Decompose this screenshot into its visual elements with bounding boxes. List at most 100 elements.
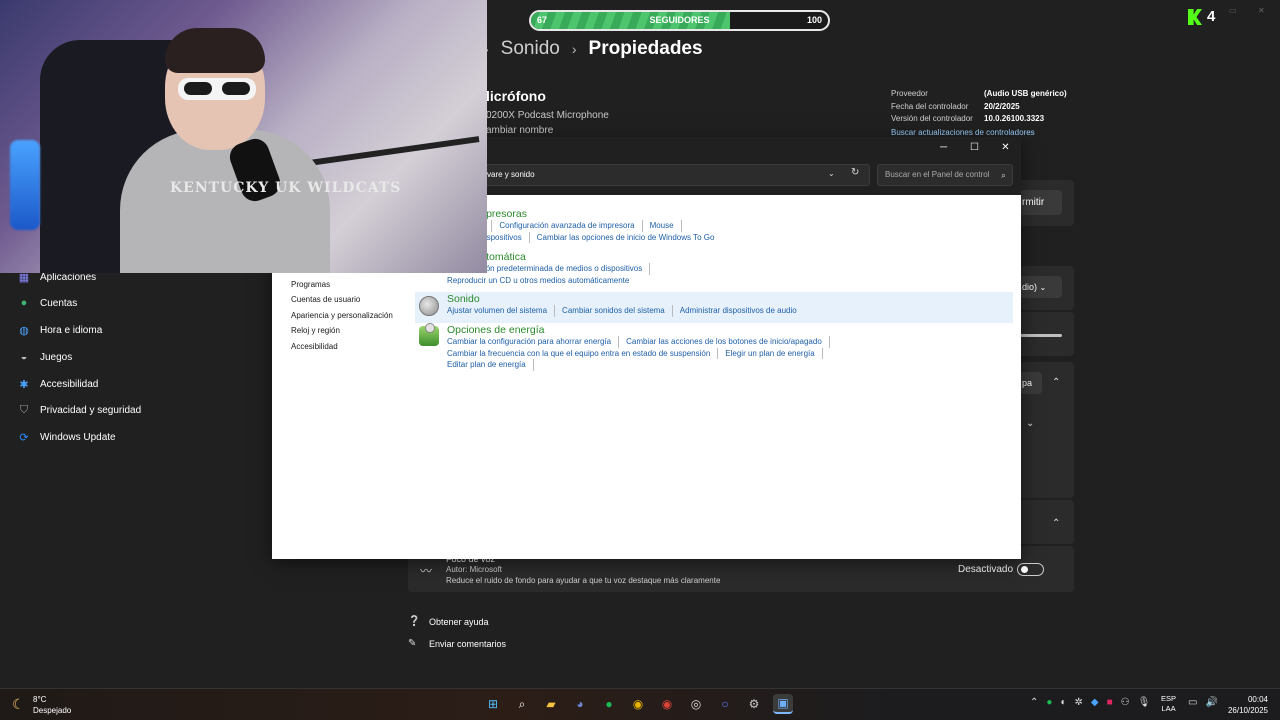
- cortana-icon[interactable]: ○: [715, 694, 735, 714]
- control-panel-sidebar: Programas Cuentas de usuario Apariencia …: [291, 280, 393, 357]
- quick-settings[interactable]: ▭ 🔊: [1188, 697, 1218, 708]
- cp-link[interactable]: Configuración avanzada de impresora: [499, 220, 643, 232]
- chevron-up-icon[interactable]: ⌃: [1052, 518, 1060, 529]
- send-feedback-link[interactable]: ✎ Enviar comentarios: [408, 638, 506, 649]
- nav-item-time-language[interactable]: ◍ Hora e idioma: [17, 323, 102, 337]
- chrome-icon[interactable]: ◉: [628, 694, 648, 714]
- close-icon[interactable]: ✕: [1258, 6, 1265, 15]
- shield-icon: ⛉: [19, 403, 29, 416]
- sidebar-item-user-accounts[interactable]: Cuentas de usuario: [291, 295, 393, 310]
- category-power-options: Opciones de energía Cambiar la configura…: [447, 324, 837, 371]
- weather-temp[interactable]: 8°C: [33, 695, 46, 704]
- spotify-icon[interactable]: ●: [599, 694, 619, 714]
- maximize-icon[interactable]: ☐: [959, 137, 990, 159]
- cp-link[interactable]: Editar plan de energía: [447, 359, 534, 371]
- tray-app-icon[interactable]: ■: [1107, 697, 1113, 708]
- search-input[interactable]: Buscar en el Panel de control ⌕: [877, 164, 1013, 186]
- allow-button[interactable]: rmitir: [1020, 190, 1062, 215]
- voice-focus-toggle[interactable]: [1017, 563, 1044, 576]
- clock[interactable]: 00:04 26/10/2025: [1226, 694, 1268, 716]
- cp-link[interactable]: Cambiar las opciones de inicio de Window…: [537, 232, 722, 244]
- file-explorer-icon[interactable]: ▰: [541, 694, 561, 714]
- test-button[interactable]: pa: [1020, 372, 1042, 394]
- gamepad-icon: ◒: [20, 351, 28, 363]
- cp-link[interactable]: Cambiar la frecuencia con la que el equi…: [447, 347, 719, 359]
- volume-slider[interactable]: [1020, 334, 1062, 337]
- speaker-icon[interactable]: [419, 296, 439, 316]
- cp-link[interactable]: Reproducir un CD u otros medios automáti…: [447, 275, 636, 287]
- nav-item-accounts[interactable]: ● Cuentas: [17, 296, 78, 310]
- address-bar[interactable]: vare y sonido: [481, 164, 870, 186]
- category-sound: Sonido Ajustar volumen del sistema Cambi…: [447, 293, 811, 317]
- volume-icon: 🔊: [1205, 697, 1218, 708]
- taskbar-apps: ⊞ ⌕ ▰ ◕ ● ◉ ◉ ◎ ○ ⚙ ▣: [483, 694, 793, 714]
- tray-app-icon[interactable]: ✲: [1074, 697, 1082, 708]
- sidebar-item-clock-region[interactable]: Reloj y región: [291, 326, 393, 341]
- format-dropdown[interactable]: dio) ⌄: [1020, 276, 1062, 298]
- chrome-profile-icon[interactable]: ◉: [657, 694, 677, 714]
- enhancements-card: [1020, 500, 1074, 544]
- microphone-icon[interactable]: 🎙: [1138, 697, 1151, 708]
- sidebar-item-appearance[interactable]: Apariencia y personalización: [291, 311, 393, 326]
- cp-link[interactable]: Elegir un plan de energía: [725, 347, 823, 359]
- category-title[interactable]: Opciones de energía: [447, 324, 837, 336]
- start-icon[interactable]: ⊞: [483, 694, 503, 714]
- cp-link[interactable]: Cambiar sonidos del sistema: [562, 305, 673, 317]
- tray-app-icon[interactable]: ⚇: [1121, 697, 1130, 708]
- weather-desc[interactable]: Despejado: [33, 706, 71, 715]
- category-title[interactable]: vos e impresoras: [447, 208, 728, 220]
- device-model: 0200X Podcast Microphone: [486, 110, 609, 121]
- webcam-overlay: KENTUCKY UK WILDCATS: [0, 0, 487, 273]
- voice-focus-description: Reduce el ruido de fondo para ayudar a q…: [446, 576, 721, 585]
- close-icon[interactable]: ✕: [990, 137, 1021, 159]
- obs-icon[interactable]: ◎: [686, 694, 706, 714]
- control-panel-icon[interactable]: ▣: [773, 694, 793, 714]
- taskbar: ☾ 8°C Despejado ⊞ ⌕ ▰ ◕ ● ◉ ◉ ◎ ○ ⚙ ▣ ⌃ ● ◐ ✲ ◆ ■ …: [0, 688, 1280, 720]
- accounts-icon: ●: [20, 297, 28, 309]
- nav-item-accessibility[interactable]: ✱ Accesibilidad: [17, 377, 98, 391]
- led-lights: [10, 140, 40, 230]
- sidebar-item-accessibility[interactable]: Accesibilidad: [291, 342, 393, 357]
- power-options-icon[interactable]: [419, 323, 439, 346]
- minimize-icon[interactable]: ▭: [1229, 6, 1237, 15]
- nav-item-privacy[interactable]: ⛉ Privacidad y seguridad: [17, 403, 141, 417]
- cp-link[interactable]: Cambiar la configuración para ahorrar en…: [447, 336, 620, 348]
- equalizer-icon: 〰: [420, 564, 433, 578]
- feedback-icon: ✎: [408, 638, 417, 649]
- language-indicator[interactable]: ESP LAA: [1161, 694, 1176, 714]
- kick-viewer-count: 4: [1207, 8, 1216, 25]
- search-icon[interactable]: ⌕: [512, 694, 532, 714]
- refresh-icon[interactable]: ↻: [851, 167, 859, 178]
- nav-item-windows-update[interactable]: ⟳ Windows Update: [17, 430, 115, 444]
- chevron-down-icon[interactable]: ⌄: [1026, 418, 1034, 429]
- cp-link[interactable]: Administrar dispositivos de audio: [680, 305, 804, 317]
- sidebar-item-programs[interactable]: Programas: [291, 280, 393, 295]
- device-header: licrófono 0200X Podcast Microphone ambia…: [486, 88, 609, 136]
- check-driver-updates-link[interactable]: Buscar actualizaciones de controladores: [891, 128, 1035, 137]
- search-icon: ⌕: [1000, 170, 1006, 180]
- voice-focus-state: Desactivado: [958, 564, 1014, 575]
- spotify-tray-icon[interactable]: ●: [1046, 697, 1052, 708]
- cp-link[interactable]: Cambiar las acciones de los botones de i…: [626, 336, 830, 348]
- chevron-up-icon[interactable]: ⌃: [1030, 697, 1038, 708]
- follower-goal-bar: 67 SEGUIDORES 100: [529, 10, 830, 31]
- cp-link[interactable]: Mouse: [650, 220, 682, 232]
- globe-icon: ◍: [19, 324, 29, 337]
- minimize-icon[interactable]: ─: [928, 137, 959, 159]
- tray-app-icon[interactable]: ◐: [1060, 697, 1066, 708]
- category-title[interactable]: Sonido: [447, 293, 811, 305]
- tray-app-icon[interactable]: ◆: [1091, 697, 1099, 708]
- discord-icon[interactable]: ◕: [570, 694, 590, 714]
- breadcrumb-parent[interactable]: Sonido: [501, 38, 560, 60]
- settings-icon[interactable]: ⚙: [744, 694, 764, 714]
- chevron-up-icon[interactable]: ⌃: [1052, 377, 1060, 388]
- streamer-hair: [165, 28, 265, 73]
- help-icon: ❔: [408, 616, 421, 627]
- get-help-link[interactable]: ❔ Obtener ayuda: [408, 616, 489, 627]
- chevron-down-icon: ⌄: [1039, 283, 1047, 292]
- chevron-down-icon[interactable]: ⌄: [828, 169, 835, 178]
- nav-item-gaming[interactable]: ◒ Juegos: [17, 350, 73, 364]
- rename-link[interactable]: ambiar nombre: [486, 125, 609, 136]
- moon-icon[interactable]: ☾: [12, 696, 25, 713]
- cp-link[interactable]: Ajustar volumen del sistema: [447, 305, 556, 317]
